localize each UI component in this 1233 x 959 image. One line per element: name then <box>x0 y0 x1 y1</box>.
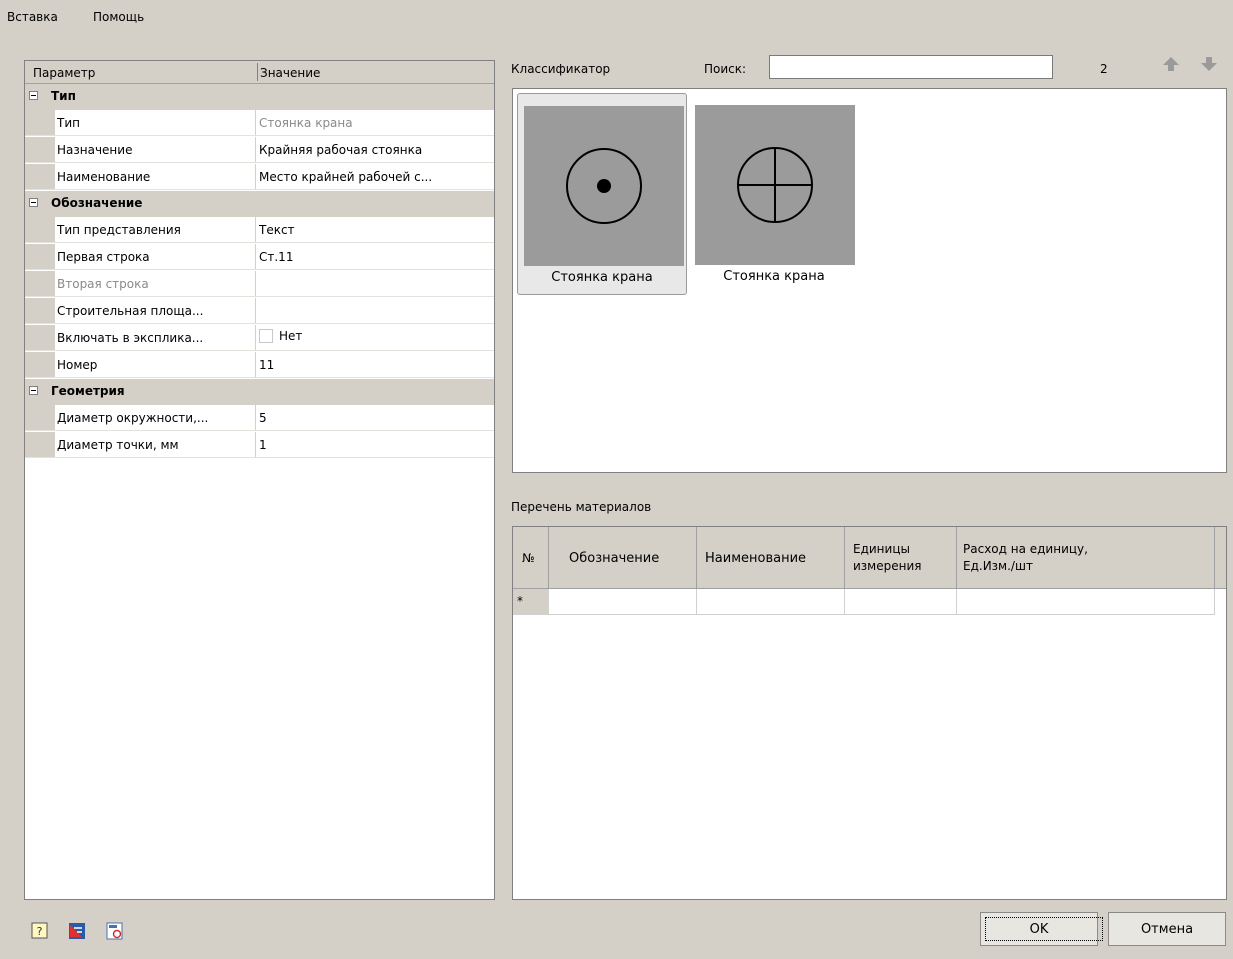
menu-bar: Вставка Помощь <box>0 0 1233 24</box>
arrow-up-icon[interactable] <box>1162 55 1180 73</box>
property-name: Назначение <box>57 143 133 157</box>
property-value[interactable]: Ст.11 <box>259 250 489 264</box>
property-name: Номер <box>57 358 98 372</box>
result-count: 2 <box>1100 62 1108 76</box>
materials-table: № Обозначение Наименование Единицы измер… <box>512 526 1227 900</box>
category-designation[interactable]: Обозначение <box>25 191 494 217</box>
new-row-marker[interactable]: * <box>513 589 549 615</box>
collapse-icon[interactable] <box>29 198 38 207</box>
column-header-value[interactable]: Значение <box>260 66 320 80</box>
materials-label: Перечень материалов <box>511 500 652 514</box>
property-value[interactable]: 5 <box>259 411 489 425</box>
column-header-label: Обозначение <box>569 551 660 566</box>
cancel-button[interactable]: Отмена <box>1108 912 1226 946</box>
property-row-title[interactable]: Наименование Место крайней рабочей с... <box>25 164 494 190</box>
menu-help[interactable]: Помощь <box>93 10 144 24</box>
property-row-dot-diameter[interactable]: Диаметр точки, мм 1 <box>25 432 494 458</box>
category-geometry[interactable]: Геометрия <box>25 379 494 405</box>
property-name: Вторая строка <box>57 277 149 291</box>
category-label: Обозначение <box>51 196 143 210</box>
property-name: Тип представления <box>57 223 181 237</box>
column-divider[interactable] <box>257 63 258 81</box>
menu-insert[interactable]: Вставка <box>7 10 58 24</box>
category-type[interactable]: Тип <box>25 84 494 110</box>
include-checkbox[interactable] <box>259 329 273 343</box>
property-name: Диаметр точки, мм <box>57 438 179 452</box>
property-name: Первая строка <box>57 250 150 264</box>
classifier-panel: Стоянка крана Стоянка крана <box>512 88 1227 473</box>
svg-text:?: ? <box>37 925 43 938</box>
column-header-label: измерения <box>853 559 922 573</box>
help-icon[interactable]: ? <box>31 922 49 940</box>
table-cell[interactable] <box>957 589 1215 615</box>
settings-icon[interactable] <box>68 922 86 940</box>
column-header-number[interactable]: № <box>513 527 549 589</box>
property-name: Диаметр окружности,... <box>57 411 209 425</box>
classifier-label: Классификатор <box>511 62 611 76</box>
column-header-label: Ед.Изм./шт <box>963 559 1033 573</box>
ok-button-label: OK <box>1029 922 1049 937</box>
property-row-first-line[interactable]: Первая строка Ст.11 <box>25 244 494 270</box>
classifier-item-caption: Стоянка крана <box>551 270 653 285</box>
property-row-site[interactable]: Строительная площа... <box>25 298 494 324</box>
property-grid: Параметр Значение Тип Тип Стоянка крана … <box>24 60 495 900</box>
column-header-label: Единицы <box>853 542 910 556</box>
table-cell[interactable] <box>549 589 697 615</box>
property-value[interactable]: Крайняя рабочая стоянка <box>259 143 489 157</box>
classifier-item-caption: Стоянка крана <box>723 269 825 284</box>
classifier-item[interactable]: Стоянка крана <box>689 93 859 295</box>
collapse-icon[interactable] <box>29 386 38 395</box>
table-cell[interactable] <box>697 589 845 615</box>
property-row-purpose[interactable]: Назначение Крайняя рабочая стоянка <box>25 137 494 163</box>
ok-button[interactable]: OK <box>980 912 1103 946</box>
property-row-type[interactable]: Тип Стоянка крана <box>25 110 494 136</box>
column-header-designation[interactable]: Обозначение <box>549 527 697 589</box>
property-value[interactable]: 11 <box>259 358 489 372</box>
collapse-icon[interactable] <box>29 91 38 100</box>
property-name: Строительная площа... <box>57 304 204 318</box>
property-value[interactable]: Текст <box>259 223 489 237</box>
property-row-include[interactable]: Включать в эксплика... Нет <box>25 325 494 351</box>
column-header-label: Наименование <box>705 551 807 566</box>
property-name: Включать в эксплика... <box>57 331 204 345</box>
property-value[interactable]: 1 <box>259 438 489 452</box>
property-name: Наименование <box>57 170 151 184</box>
classifier-item[interactable]: Стоянка крана <box>517 93 687 295</box>
property-row-circle-diameter[interactable]: Диаметр окружности,... 5 <box>25 405 494 431</box>
search-label: Поиск: <box>704 62 747 76</box>
property-grid-header: Параметр Значение <box>25 61 494 84</box>
column-header-name[interactable]: Наименование <box>697 527 845 589</box>
property-row-second-line[interactable]: Вторая строка <box>25 271 494 297</box>
cancel-button-label: Отмена <box>1140 922 1194 937</box>
table-cell[interactable] <box>845 589 957 615</box>
property-value: Стоянка крана <box>259 116 353 130</box>
search-input[interactable] <box>769 55 1053 79</box>
column-header-label: № <box>522 551 535 565</box>
template-icon[interactable] <box>106 922 124 940</box>
column-header-label: Расход на единицу, <box>963 542 1088 556</box>
circle-cross-icon <box>695 105 855 265</box>
column-header-parameter[interactable]: Параметр <box>33 66 95 80</box>
category-label: Тип <box>51 89 76 103</box>
category-label: Геометрия <box>51 384 125 398</box>
column-header-units[interactable]: Единицы измерения <box>845 527 957 589</box>
property-value[interactable]: Нет <box>259 329 489 343</box>
property-row-number[interactable]: Номер 11 <box>25 352 494 378</box>
column-header-rate[interactable]: Расход на единицу, Ед.Изм./шт <box>957 527 1215 589</box>
property-row-representation[interactable]: Тип представления Текст <box>25 217 494 243</box>
property-value[interactable]: Место крайней рабочей с... <box>259 170 489 184</box>
circle-dot-icon <box>524 106 684 266</box>
property-name: Тип <box>57 116 80 130</box>
row-marker-glyph: * <box>517 594 523 608</box>
arrow-down-icon[interactable] <box>1200 55 1218 73</box>
checkbox-label: Нет <box>279 329 303 343</box>
